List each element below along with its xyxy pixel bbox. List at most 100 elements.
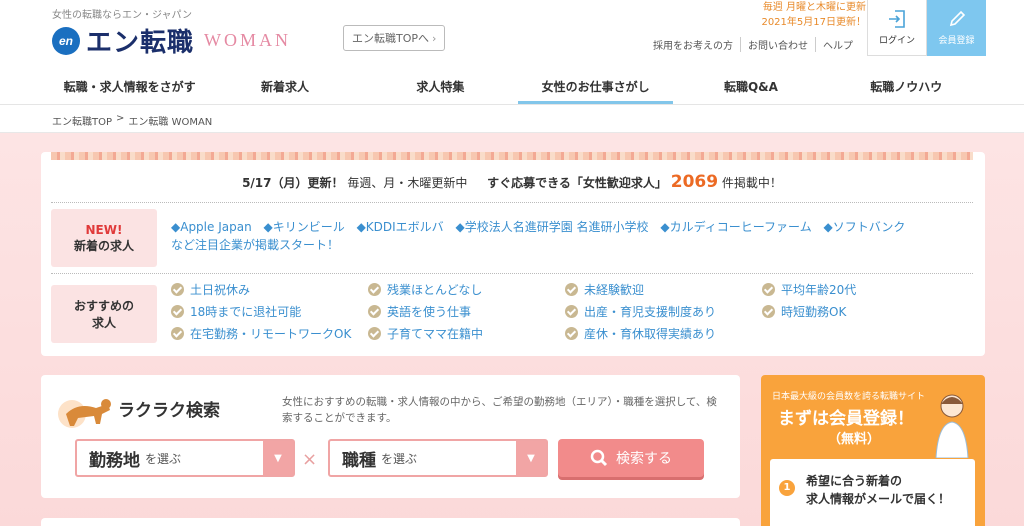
divider (51, 202, 973, 203)
benefit-line2: 求人情報がメールで届く！ (806, 492, 951, 506)
condition-label: 出産・育児支援制度あり (584, 305, 717, 319)
check-icon (565, 327, 578, 340)
recommended-label-line1: おすすめの (73, 299, 134, 313)
new-companies-list: ◆Apple Japan ◆キリンビール ◆KDDIエボルバ ◆学校法人名進研学… (171, 218, 971, 254)
headline-count: 2069 (670, 172, 719, 192)
condition-link[interactable]: 出産・育児支援制度あり (565, 302, 762, 321)
recommended-conditions: 土日祝休み 残業ほとんどなし 未経験歓迎 平均年齢20代 18時までに退社可能 … (171, 280, 971, 343)
login-button[interactable]: ログイン (867, 0, 927, 56)
search-title: ラクラク検索 (118, 401, 220, 421)
company-link[interactable]: ◆KDDIエボルバ (357, 220, 444, 234)
new-jobs-label-text: 新着の求人 (73, 238, 134, 253)
condition-link[interactable]: 平均年齢20代 (762, 280, 959, 299)
nav-item-new-jobs[interactable]: 新着求人 (207, 70, 362, 104)
pencil-icon (949, 10, 965, 27)
condition-label: 産休・育休取得実績あり (584, 327, 717, 341)
condition-link[interactable]: 在宅勤務・リモートワークOK (171, 324, 368, 343)
register-button[interactable]: 会員登録 (927, 0, 986, 56)
headline-date: 5/17（月）更新！ (242, 176, 344, 190)
en-top-link-button[interactable]: エン転職TOPへ › (343, 25, 446, 51)
login-icon (889, 10, 905, 28)
breadcrumb-current: エン転職 WOMAN (128, 117, 213, 128)
job-select-sub: を選ぶ (381, 451, 418, 466)
chevron-right-icon: › (432, 31, 437, 45)
condition-link[interactable]: 時短勤務OK (762, 302, 959, 321)
employer-link[interactable]: 採用をお考えの方 (646, 37, 740, 52)
area-select-sub: を選ぶ (145, 451, 182, 466)
times-symbol: × (302, 449, 318, 470)
logo-text: エン転職 (86, 28, 195, 58)
register-promo-free: （無料） (828, 432, 881, 447)
nav-item-qa[interactable]: 転職Q&A (673, 70, 828, 104)
breadcrumb-divider (0, 132, 1024, 133)
register-promo-title: まずは会員登録！ (778, 409, 914, 429)
login-label: ログイン (878, 36, 915, 46)
chevron-down-icon: ▼ (516, 441, 546, 475)
headline-schedule: 毎週、月・木曜更新中 (347, 176, 468, 190)
condition-link[interactable]: 産休・育休取得実績あり (565, 324, 762, 343)
area-select[interactable]: 勤務地 を選ぶ ▼ (75, 439, 295, 477)
contact-link[interactable]: お問い合わせ (740, 37, 815, 52)
condition-label: 英語を使う仕事 (387, 305, 472, 319)
nav-item-search-jobs[interactable]: 転職・求人情報をさがす (52, 70, 207, 104)
nav-item-women-jobs[interactable]: 女性のお仕事さがし (517, 70, 674, 104)
company-link[interactable]: ◆ソフトバンク (824, 220, 906, 234)
job-type-select[interactable]: 職種 を選ぶ ▼ (328, 439, 548, 477)
update-note-line1: 毎週 月曜と木曜に更新 (762, 2, 866, 13)
condition-label: 在宅勤務・リモートワークOK (190, 327, 352, 341)
condition-link[interactable]: 18時までに退社可能 (171, 302, 368, 321)
job-select-main: 職種 (342, 450, 376, 471)
check-icon (565, 305, 578, 318)
check-icon (762, 305, 775, 318)
logo-woman: WOMAN (204, 30, 292, 50)
help-link[interactable]: ヘルプ (815, 37, 860, 52)
company-link[interactable]: ◆学校法人名進研学園 名進研小学校 (456, 220, 649, 234)
breadcrumb: エン転職TOP > エン転職 WOMAN (52, 113, 212, 128)
benefit-line1: 希望に合う新着の (806, 474, 903, 488)
search-description: 女性におすすめの転職・求人情報の中から、ご希望の勤務地（エリア）・職種を選択して… (282, 396, 717, 424)
condition-link[interactable]: 土日祝休み (171, 280, 368, 299)
decorative-band (51, 152, 973, 160)
check-icon (171, 327, 184, 340)
condition-link[interactable]: 英語を使う仕事 (368, 302, 565, 321)
check-icon (368, 283, 381, 296)
company-link[interactable]: ◆カルディコーヒーファーム (660, 220, 811, 234)
headline-count-label: すぐ応募できる「女性歓迎求人」 (487, 176, 667, 190)
recommended-label-line2: 求人 (91, 316, 116, 330)
dog-icon (58, 399, 111, 428)
condition-label: 時短勤務OK (781, 305, 847, 319)
breadcrumb-home[interactable]: エン転職TOP (52, 113, 112, 128)
search-button-label: 検索する (616, 451, 672, 467)
check-icon (171, 283, 184, 296)
search-icon (590, 449, 608, 467)
register-promo-small: 日本最大級の会員数を誇る転職サイト (772, 392, 926, 402)
nav-item-knowhow[interactable]: 転職ノウハウ (829, 70, 984, 104)
condition-link[interactable]: 子育てママ在籍中 (368, 324, 565, 343)
main-nav: 転職・求人情報をさがす 新着求人 求人特集 女性のお仕事さがし 転職Q&A 転職… (52, 70, 984, 104)
en-top-link-label: エン転職TOPへ (352, 32, 430, 45)
divider (51, 273, 973, 274)
condition-label: 子育てママ在籍中 (387, 327, 484, 341)
condition-label: 土日祝休み (190, 283, 251, 297)
benefit-text: 希望に合う新着の 求人情報がメールで届く！ (806, 472, 950, 508)
header-sub-links: 採用をお考えの方 お問い合わせ ヘルプ (646, 37, 860, 52)
condition-label: 平均年齢20代 (781, 283, 857, 297)
chevron-down-icon: ▼ (263, 441, 293, 475)
company-link[interactable]: ◆キリンビール (264, 220, 345, 234)
woman-illustration-icon (935, 394, 969, 458)
search-button[interactable]: 検索する (558, 439, 704, 477)
update-headline: 5/17（月）更新！ 毎週、月・木曜更新中 すぐ応募できる「女性歓迎求人」 20… (51, 172, 973, 192)
nav-item-features[interactable]: 求人特集 (363, 70, 518, 104)
new-jobs-label: NEW! 新着の求人 (51, 209, 157, 267)
condition-link[interactable]: 未経験歓迎 (565, 280, 762, 299)
area-select-main: 勤務地 (89, 450, 140, 471)
condition-link[interactable]: 残業ほとんどなし (368, 280, 565, 299)
check-icon (565, 283, 578, 296)
check-icon (368, 305, 381, 318)
check-icon (368, 327, 381, 340)
headline-count-suffix: 件掲載中！ (721, 176, 782, 190)
breadcrumb-separator: > (116, 113, 125, 124)
site-logo[interactable]: en エン転職 WOMAN (52, 22, 291, 59)
company-link[interactable]: ◆Apple Japan (171, 220, 252, 234)
companies-suffix: など注目企業が掲載スタート！ (171, 238, 340, 252)
